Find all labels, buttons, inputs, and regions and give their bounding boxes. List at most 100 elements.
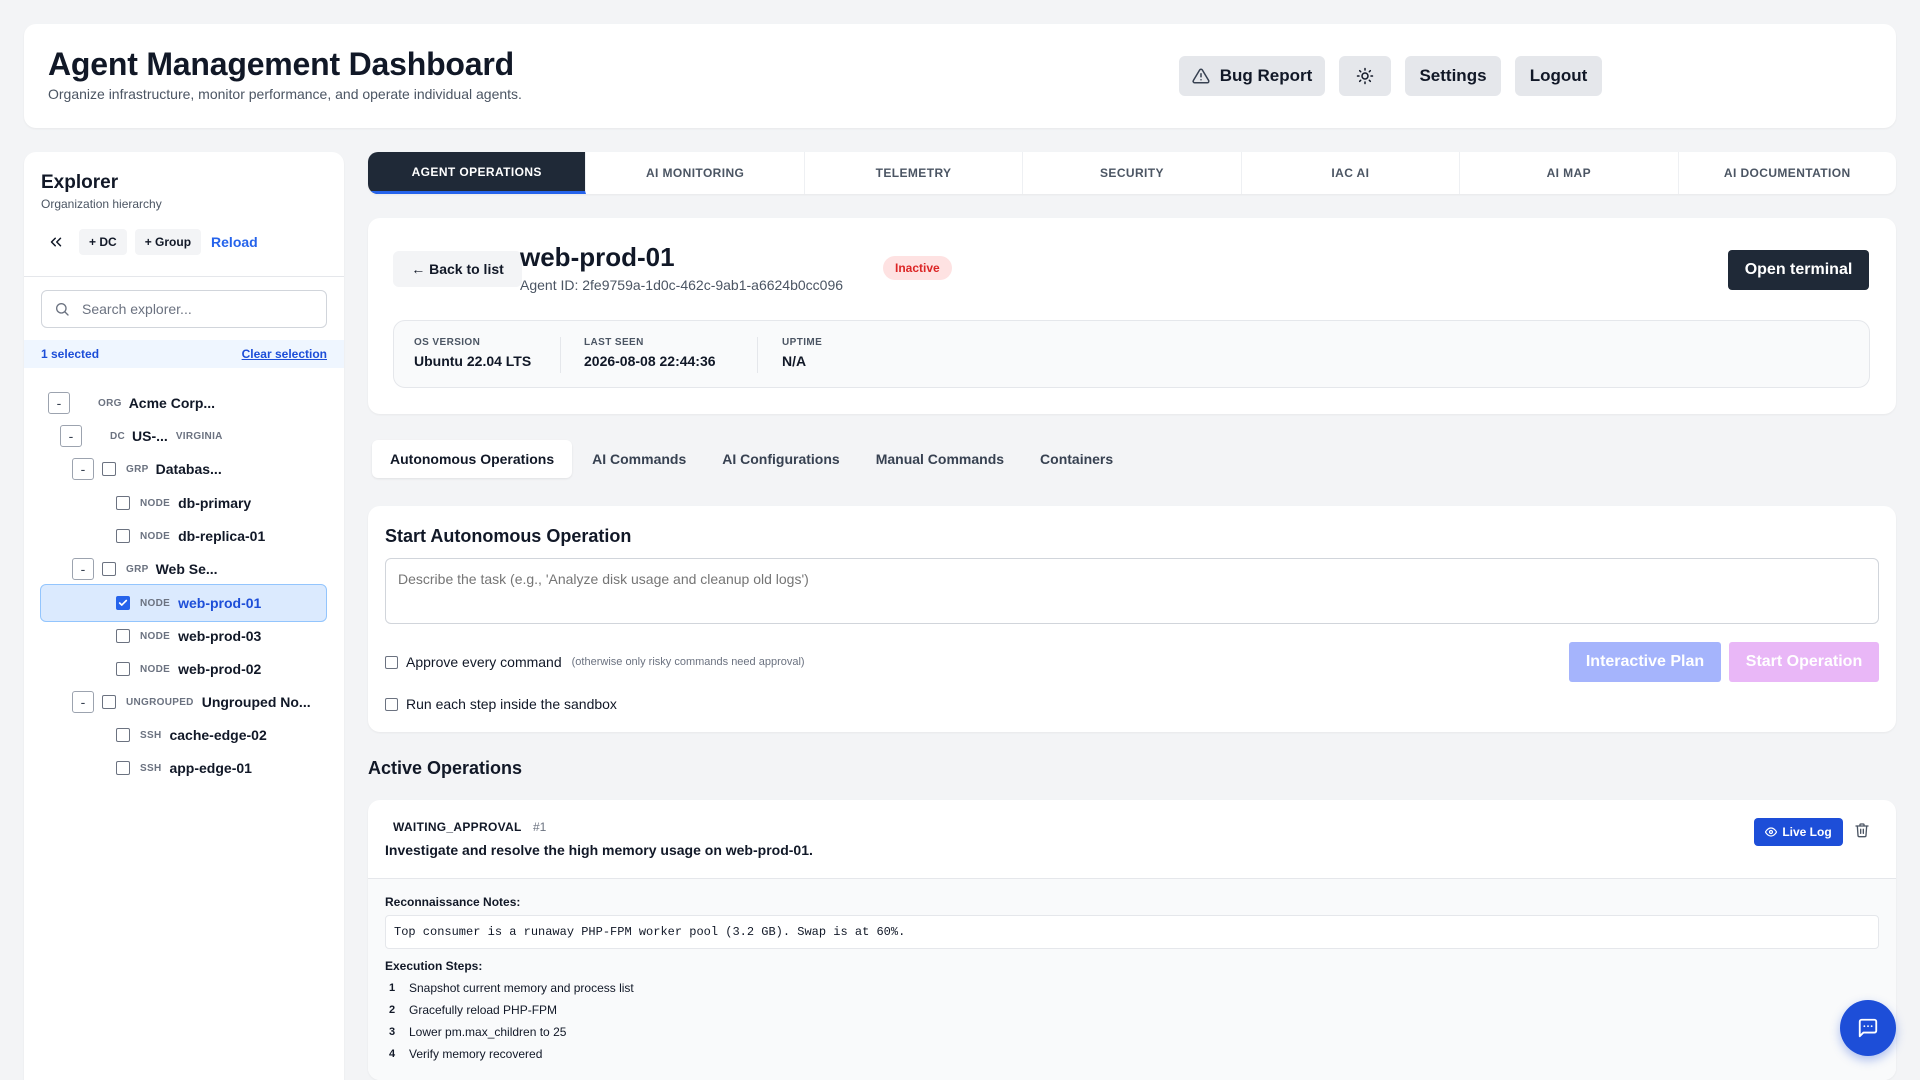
node-name: web-prod-03 (178, 628, 262, 644)
add-group-button[interactable]: + Group (134, 229, 202, 255)
step-number: 2 (389, 1004, 396, 1016)
list-item: 1 Snapshot current memory and process li… (385, 977, 634, 999)
tab-iac-ai[interactable]: IAC AI (1242, 152, 1461, 194)
page-subtitle: Organize infrastructure, monitor perform… (48, 86, 522, 102)
task-description-input[interactable] (385, 558, 1879, 624)
operation-sub-tabs: Autonomous Operations AI Commands AI Con… (368, 440, 1131, 478)
selected-count: 1 selected (41, 347, 100, 361)
explorer-search-input[interactable]: Search explorer... (41, 290, 327, 328)
tab-agent-operations[interactable]: AGENT OPERATIONS (368, 152, 587, 194)
reload-link[interactable]: Reload (209, 234, 258, 250)
active-operations-title: Active Operations (368, 758, 523, 778)
node-name: Databas... (155, 461, 222, 477)
node-name: US-... (132, 428, 168, 444)
live-log-button[interactable]: Live Log (1754, 818, 1843, 846)
chat-icon (1857, 1017, 1879, 1039)
step-number: 1 (389, 982, 396, 994)
collapse-toggle[interactable]: - (48, 392, 70, 414)
agent-id: Agent ID: 2fe9759a-1d0c-462c-9ab1-a6624b… (520, 277, 844, 293)
node-name: Ungrouped No... (201, 694, 311, 710)
node-type-label: NODE (140, 597, 171, 609)
collapse-toggle[interactable]: - (72, 558, 94, 580)
operation-status: WAITING_APPROVAL (393, 820, 522, 834)
select-checkbox[interactable] (102, 562, 116, 576)
stat-os-version: OS VERSION Ubuntu 22.04 LTS (414, 337, 531, 369)
collapse-toggle[interactable]: - (60, 425, 82, 447)
list-item: 4 Verify memory recovered (385, 1043, 634, 1065)
stat-last-seen: LAST SEEN 2026-08-08 22:44:36 (584, 337, 716, 369)
tab-ai-commands[interactable]: AI Commands (574, 440, 704, 478)
node-type-label: UNGROUPED (126, 696, 194, 708)
bug-report-button[interactable]: Bug Report (1179, 56, 1325, 96)
chat-button[interactable] (1840, 1000, 1896, 1056)
search-placeholder: Search explorer... (82, 301, 192, 317)
step-number: 4 (389, 1048, 396, 1060)
select-checkbox[interactable] (116, 629, 130, 643)
tab-ai-configurations[interactable]: AI Configurations (704, 440, 857, 478)
theme-toggle-button[interactable] (1339, 56, 1391, 96)
node-type-label: SSH (140, 762, 162, 774)
tab-ai-documentation[interactable]: AI DOCUMENTATION (1679, 152, 1896, 194)
interactive-plan-button[interactable]: Interactive Plan (1569, 642, 1721, 682)
select-checkbox[interactable] (116, 728, 130, 742)
select-checkbox[interactable] (102, 462, 116, 476)
logout-button[interactable]: Logout (1515, 56, 1602, 96)
step-text: Snapshot current memory and process list (409, 981, 634, 995)
node-name: Acme Corp... (128, 395, 216, 411)
settings-button[interactable]: Settings (1405, 56, 1501, 96)
operation-description: Investigate and resolve the high memory … (385, 842, 813, 858)
node-type-label: NODE (140, 497, 171, 509)
add-dc-button[interactable]: + DC (79, 229, 127, 255)
node-name: cache-edge-02 (169, 727, 267, 743)
back-to-list-button[interactable]: ← Back to list (393, 251, 522, 287)
tab-containers[interactable]: Containers (1022, 440, 1131, 478)
bug-report-label: Bug Report (1219, 66, 1313, 85)
live-log-label: Live Log (1782, 825, 1832, 839)
execution-steps-list: 1 Snapshot current memory and process li… (385, 977, 634, 1065)
list-item: 2 Gracefully reload PHP-FPM (385, 999, 634, 1021)
select-checkbox[interactable] (102, 695, 116, 709)
tab-manual-commands[interactable]: Manual Commands (858, 440, 1022, 478)
approve-every-command-option[interactable]: Approve every command (otherwise only ri… (385, 654, 805, 670)
collapse-toggle[interactable]: - (72, 691, 94, 713)
stat-value: N/A (782, 353, 807, 369)
eye-icon (1765, 826, 1778, 838)
select-checkbox[interactable] (116, 596, 130, 610)
clear-selection-link[interactable]: Clear selection (242, 347, 327, 361)
tab-autonomous-operations[interactable]: Autonomous Operations (372, 440, 573, 478)
start-operation-button[interactable]: Start Operation (1729, 642, 1879, 682)
node-name: db-primary (178, 495, 252, 511)
step-number: 3 (389, 1026, 396, 1038)
execution-steps-label: Execution Steps: (385, 959, 483, 973)
page-title: Agent Management Dashboard (48, 46, 514, 82)
select-checkbox[interactable] (116, 529, 130, 543)
agent-name: web-prod-01 (520, 242, 675, 272)
stat-label: OS VERSION (414, 337, 481, 348)
sandbox-checkbox[interactable] (385, 697, 398, 711)
tab-telemetry[interactable]: TELEMETRY (805, 152, 1024, 194)
check-icon (118, 599, 128, 606)
step-text: Lower pm.max_children to 25 (409, 1025, 567, 1039)
approve-checkbox[interactable] (385, 655, 398, 669)
tree-item-ssh[interactable]: SSH app-edge-01 (116, 749, 252, 787)
collapse-toggle[interactable]: - (72, 458, 94, 480)
region-label: VIRGINIA (175, 430, 223, 442)
operation-details: Reconnaissance Notes: Top consumer is a … (368, 878, 1896, 1080)
trash-icon[interactable] (1854, 822, 1874, 842)
sandbox-option[interactable]: Run each step inside the sandbox (385, 696, 617, 712)
stat-value: 2026-08-08 22:44:36 (584, 353, 716, 369)
open-terminal-button[interactable]: Open terminal (1728, 250, 1869, 290)
select-checkbox[interactable] (116, 496, 130, 510)
tab-security[interactable]: SECURITY (1023, 152, 1242, 194)
explorer-title: Explorer (41, 172, 119, 193)
select-checkbox[interactable] (116, 662, 130, 676)
select-checkbox[interactable] (116, 761, 130, 775)
tree-item-group-web[interactable]: - GRP Web Se... (72, 550, 218, 588)
search-icon (54, 301, 70, 317)
tree-item-group-database[interactable]: - GRP Databas... (72, 450, 222, 488)
list-item: 3 Lower pm.max_children to 25 (385, 1021, 634, 1043)
tab-ai-map[interactable]: AI MAP (1460, 152, 1679, 194)
collapse-sidebar-button[interactable] (41, 229, 71, 255)
node-name: app-edge-01 (169, 760, 252, 776)
tab-ai-monitoring[interactable]: AI MONITORING (586, 152, 805, 194)
